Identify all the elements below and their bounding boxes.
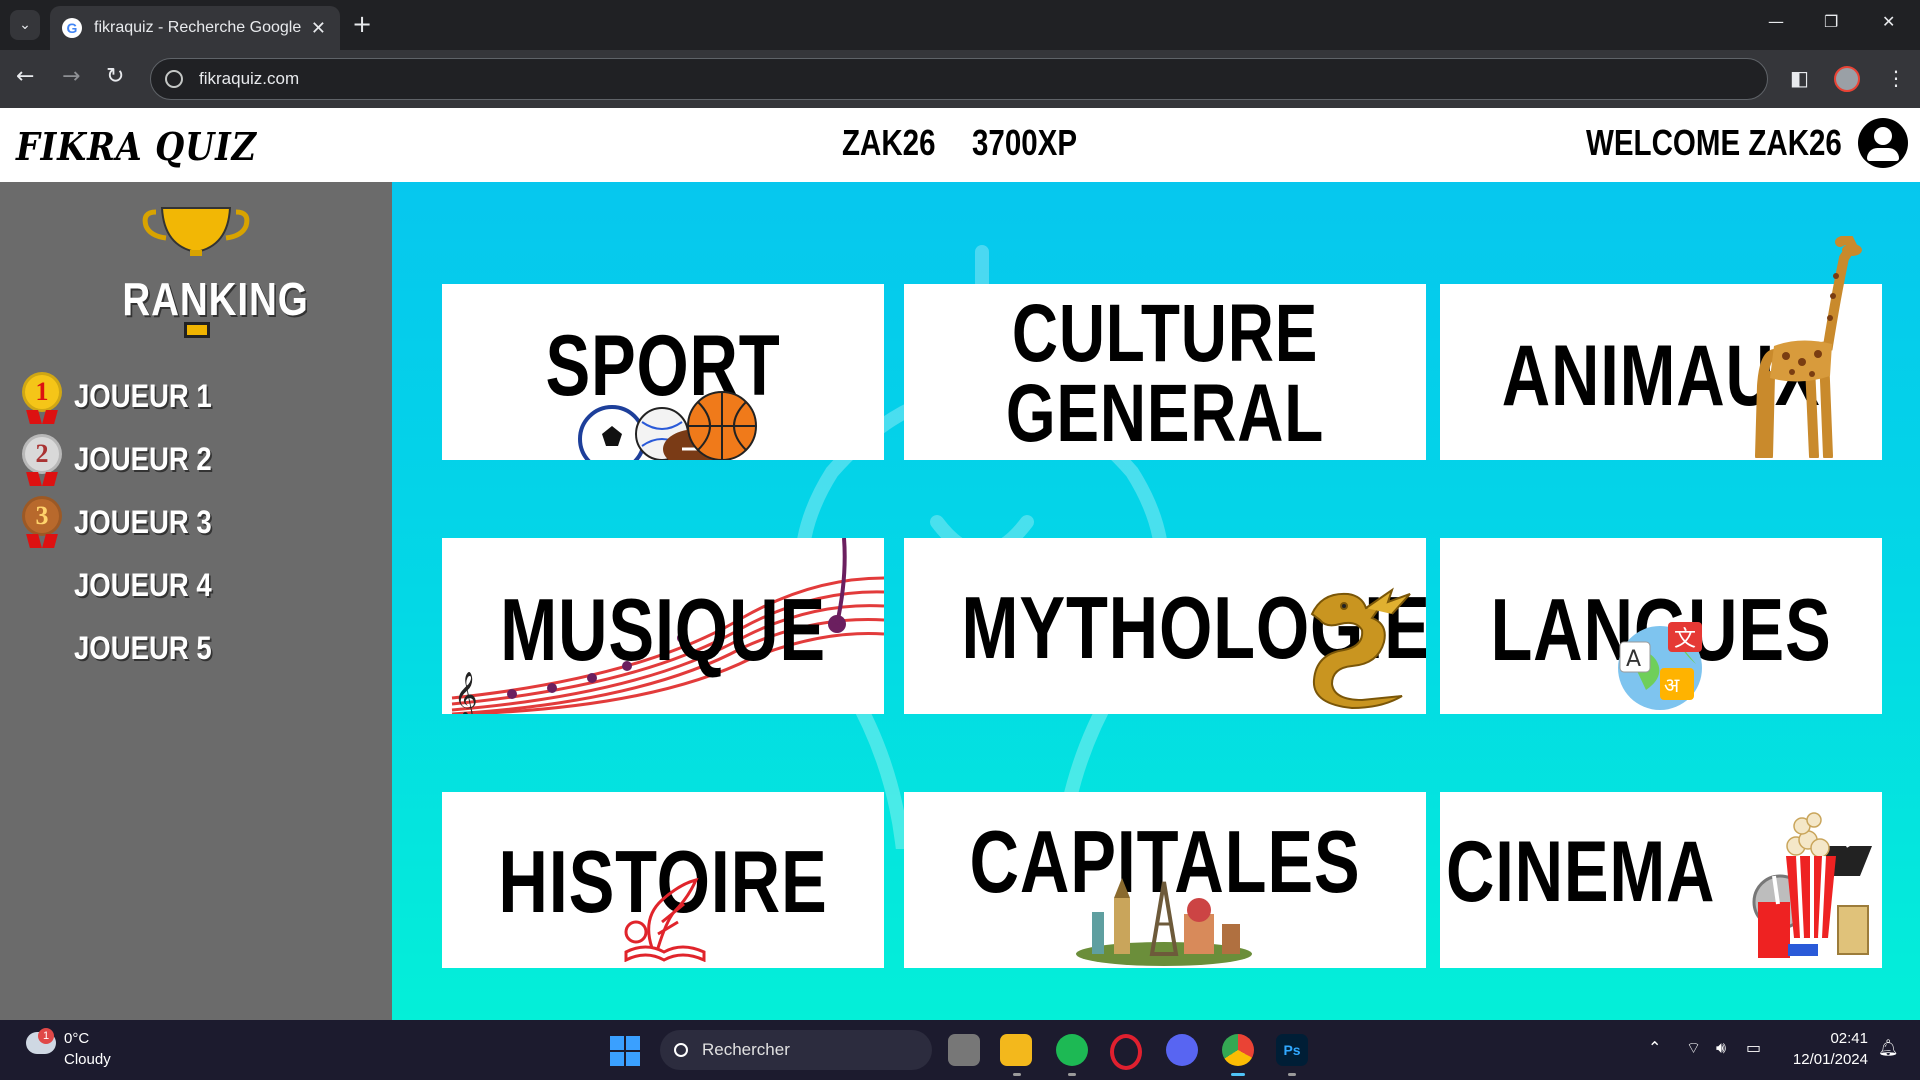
history-quill-book-icon [624,878,706,962]
ranking-player-4[interactable]: JOUEUR 4 [74,567,212,604]
tray-overflow-chevron-icon[interactable]: ⌃ [1648,1038,1661,1057]
category-card-sport[interactable]: SPORT [442,284,884,460]
medal-ribbon [26,534,58,548]
giraffe-icon [1755,236,1862,458]
restore-icon[interactable]: ❐ [1824,12,1838,31]
chrome-icon[interactable] [1222,1034,1254,1066]
svg-text:A: A [1626,647,1641,672]
category-label: MUSIQUE [500,580,826,679]
tab-search-chevron-icon[interactable]: ⌄ [10,10,40,40]
task-view-icon[interactable] [948,1034,980,1066]
photoshop-icon[interactable]: Ps [1276,1034,1308,1066]
browser-toolbar: ← → ↻ fikraquiz.com ◧ ⋮ [0,50,1920,108]
username-display: ZAK26 [842,122,936,163]
category-card-histoire[interactable]: HISTOIRE [442,792,884,968]
taskbar-search[interactable]: Rechercher [660,1030,932,1070]
category-card-musique[interactable]: 𝄞 MUSIQUE [442,538,884,714]
gold-medal-icon: 1 [22,372,62,412]
category-card-langues[interactable]: LANGUES 文 A अ [1440,538,1882,714]
file-explorer-icon[interactable] [1000,1034,1032,1066]
wifi-icon[interactable]: ⌔ [1686,1038,1701,1058]
medal-ribbon [26,472,58,486]
category-card-culture-general[interactable]: CULTURE GENERAL [904,284,1426,460]
volume-icon[interactable]: 🔊︎ [1716,1038,1726,1058]
window-close-icon[interactable]: ✕ [1882,12,1895,31]
notification-bell-icon[interactable]: 🔔︎ [1878,1038,1898,1057]
category-card-capitales[interactable]: CAPITALES [904,792,1426,968]
running-indicator [1013,1073,1021,1076]
ranking-player-2[interactable]: JOUEUR 2 [74,441,212,478]
reload-icon[interactable]: ↻ [106,66,124,88]
taskbar-search-placeholder: Rechercher [702,1040,790,1059]
side-panel-icon[interactable]: ◧ [1790,66,1809,90]
weather-notification-badge: 1 [38,1028,54,1044]
active-indicator [1231,1073,1245,1076]
clock-time[interactable]: 02:41 [1822,1030,1868,1047]
ranking-title: RANKING [122,273,309,325]
windows-taskbar: 1 0°C Cloudy Rechercher Ps ⌃ ⌔ 🔊︎ ▭ 02:4… [0,1020,1920,1080]
site-logo[interactable]: FIKRA QUIZ [16,124,257,169]
browser-tab[interactable]: G fikraquiz - Recherche Google ✕ [50,6,340,50]
site-header: FIKRA QUIZ ZAK26 3700XP WELCOME ZAK26 [0,108,1920,182]
running-indicator [1068,1073,1076,1076]
address-bar-url: fikraquiz.com [199,69,300,88]
ranking-player-5[interactable]: JOUEUR 5 [74,630,212,667]
browser-tab-strip: ⌄ G fikraquiz - Recherche Google ✕ + — ❐… [0,0,1920,50]
quiz-categories-area: SPORT CULTURE GENERAL ANIMAUX 𝄞 MUSIQUE … [392,182,1920,1020]
category-card-mythologie[interactable]: MYTHOLOGIE [904,538,1426,714]
search-icon [674,1043,688,1057]
fikraquiz-page: FIKRA QUIZ ZAK26 3700XP WELCOME ZAK26 RA… [0,108,1920,1020]
new-tab-plus-icon[interactable]: + [352,12,372,36]
popcorn-film-icon [1752,812,1872,958]
opera-icon[interactable] [1110,1034,1142,1070]
trophy-base [184,322,210,338]
ranking-sidebar: RANKING 1 JOUEUR 1 2 JOUEUR 2 3 JOUEUR 3… [0,182,392,1020]
ranking-player-3[interactable]: JOUEUR 3 [74,504,212,541]
weather-condition[interactable]: Cloudy [64,1051,111,1068]
world-landmarks-icon [1076,878,1252,966]
category-card-cinema[interactable]: CINEMA [1440,792,1882,968]
silver-medal-icon: 2 [22,434,62,474]
forward-arrow-icon[interactable]: → [62,66,80,88]
tab-close-icon[interactable]: ✕ [311,18,326,39]
svg-text:𝄞: 𝄞 [454,672,478,714]
category-label: CINEMA [1446,824,1716,920]
spotify-icon[interactable] [1056,1034,1088,1066]
browser-menu-icon[interactable]: ⋮ [1886,66,1906,90]
running-indicator [1288,1073,1296,1076]
sport-balls-icon [578,391,757,460]
google-favicon-icon: G [62,18,82,38]
translate-icon: 文 A अ [1618,622,1702,710]
dragon-icon [1310,587,1411,710]
tab-title: fikraquiz - Recherche Google [94,19,302,36]
battery-icon[interactable]: ▭ [1746,1038,1761,1057]
category-card-animaux[interactable]: ANIMAUX [1440,236,1882,460]
back-arrow-icon[interactable]: ← [16,66,34,88]
discord-icon[interactable] [1166,1034,1198,1066]
weather-temperature[interactable]: 0°C [64,1030,89,1047]
profile-avatar[interactable] [1834,66,1860,92]
ranking-player-1[interactable]: JOUEUR 1 [74,378,212,415]
svg-text:文: 文 [1674,627,1696,652]
site-info-icon[interactable] [165,70,183,88]
medal-ribbon [26,410,58,424]
svg-text:अ: अ [1664,673,1680,697]
bronze-medal-icon: 3 [22,496,62,536]
minimize-icon[interactable]: — [1768,12,1784,31]
address-bar[interactable]: fikraquiz.com [150,58,1768,100]
trophy-icon [142,207,250,256]
windows-start-icon[interactable] [610,1036,640,1066]
category-label: CULTURE GENERAL [1005,288,1325,460]
clock-date[interactable]: 12/01/2024 [1786,1051,1868,1068]
account-icon[interactable] [1858,118,1908,168]
xp-display: 3700XP [972,122,1078,163]
welcome-message: WELCOME ZAK26 [1586,122,1842,163]
